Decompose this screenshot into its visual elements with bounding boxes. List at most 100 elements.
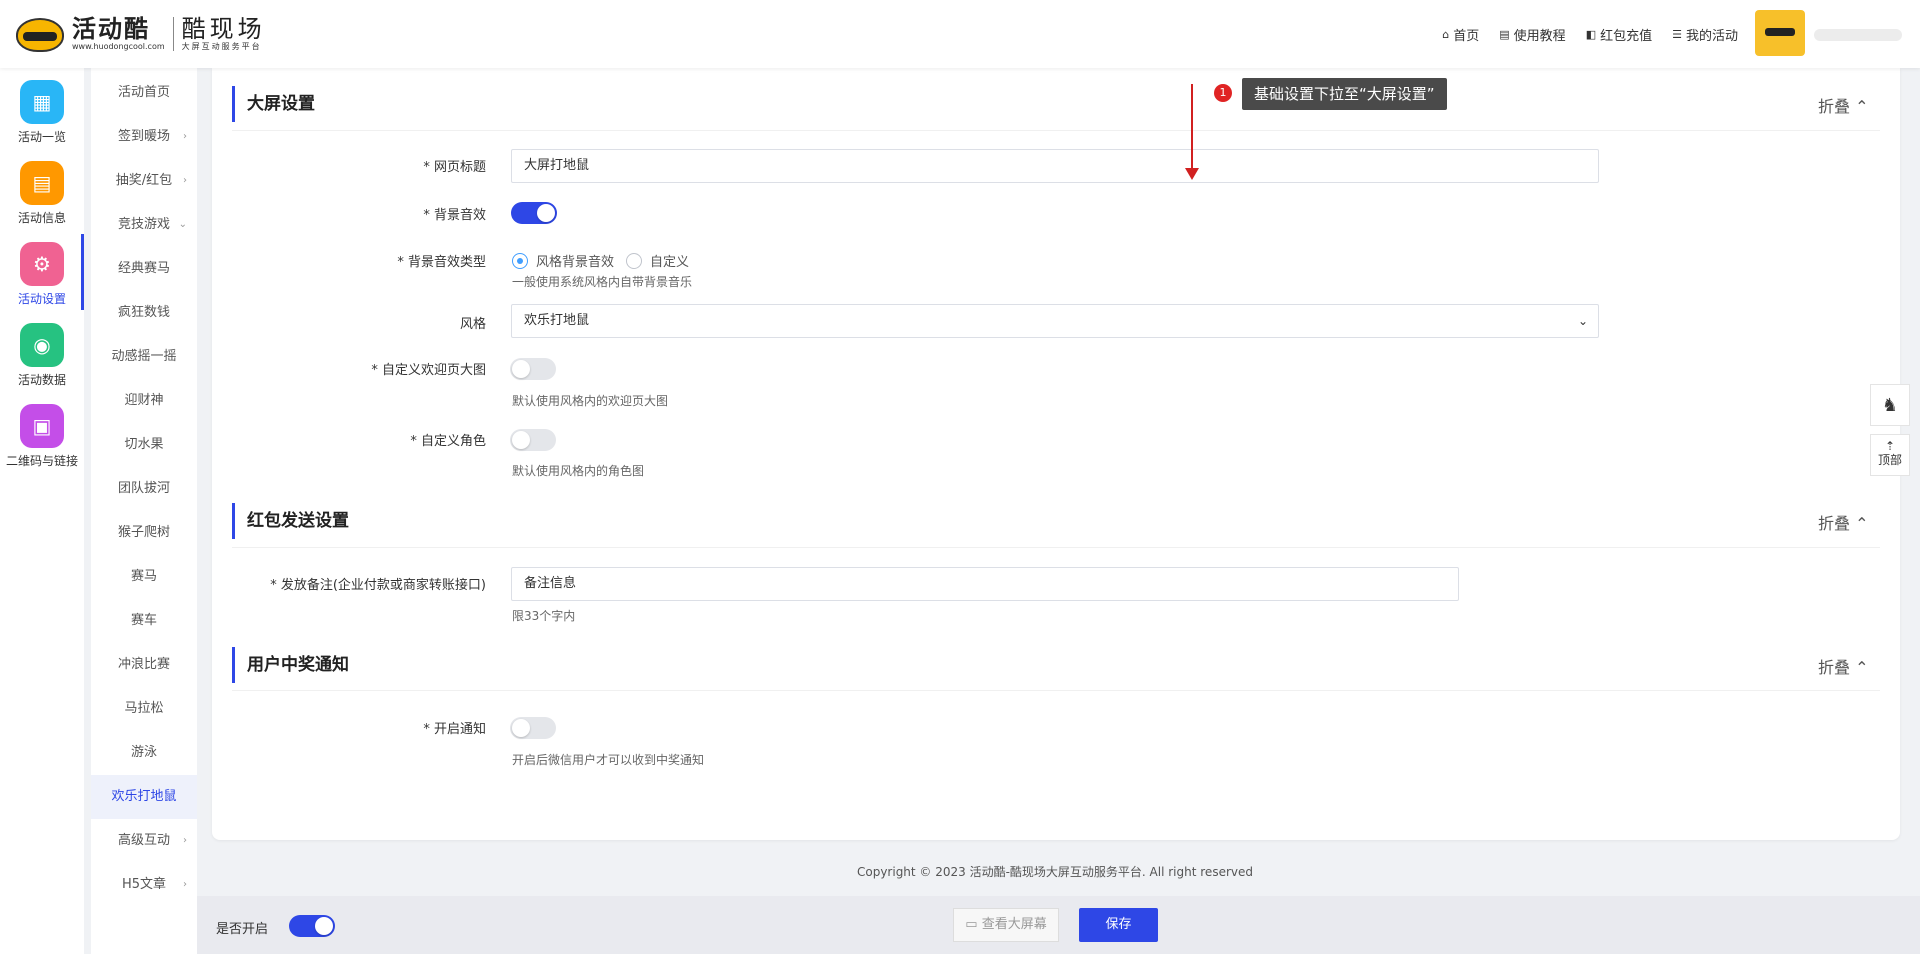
nav-tutorial[interactable]: ▤ 使用教程: [1499, 25, 1565, 44]
section-title-redpacket: 红包发送设置: [232, 503, 349, 539]
sub-item-surfing[interactable]: 冲浪比赛: [91, 643, 197, 687]
avatar[interactable]: [1755, 10, 1805, 56]
sidebar-item-qrcode-links[interactable]: ▣ 二维码与链接: [0, 394, 84, 474]
sidebar-item-label: 活动设置: [17, 292, 66, 306]
sub-item-swimming[interactable]: 游泳: [91, 731, 197, 775]
sidebar-item-activity-info[interactable]: ▤ 活动信息: [0, 151, 84, 231]
sub-item-car-race[interactable]: 赛车: [91, 599, 197, 643]
top-nav: ⌂ 首页 ▤ 使用教程 ◧ 红包充值 ☰ 我的活动: [1442, 25, 1738, 44]
custom-welcome-toggle[interactable]: [510, 358, 556, 380]
sub-item-advanced[interactable]: 高级互动 ›: [91, 819, 197, 863]
nav-recharge-label: 红包充值: [1600, 29, 1653, 44]
sub-item-whack-a-mole[interactable]: 欢乐打地鼠: [91, 775, 197, 819]
logo-url-text: www.huodongcool.com: [72, 42, 165, 51]
annotation-arrow: [1191, 84, 1193, 174]
sub-item-classic-horse[interactable]: 经典赛马: [91, 247, 197, 291]
annotation-arrow-head: [1185, 168, 1199, 180]
sub-item-label: 猴子爬树: [117, 525, 170, 540]
nav-redpacket-recharge[interactable]: ◧ 红包充值: [1586, 25, 1652, 44]
section-divider: [232, 130, 1880, 131]
gear-icon: ⚙: [20, 242, 64, 286]
user-name-blurred[interactable]: [1814, 29, 1902, 41]
page-title-input[interactable]: 大屏打地鼠: [511, 149, 1599, 183]
radio-custom-sound[interactable]: 自定义: [626, 251, 689, 270]
logo-sub-small-text: 大屏互动服务平台: [181, 42, 262, 51]
collapse-screen-button[interactable]: 折叠 ⌃: [1818, 93, 1869, 117]
collapse-notify-button[interactable]: 折叠 ⌃: [1818, 654, 1869, 678]
sub-item-activity-home[interactable]: 活动首页: [91, 71, 197, 115]
chevron-right-icon: ›: [183, 175, 187, 186]
section-title-screen: 大屏设置: [232, 86, 315, 122]
section-divider: [232, 690, 1880, 691]
document-icon: ▤: [1499, 28, 1510, 41]
style-select[interactable]: 欢乐打地鼠 ⌄: [511, 304, 1599, 338]
sidebar-item-label: 活动一览: [17, 130, 66, 144]
logo[interactable]: 活动酷 www.huodongcool.com 酷现场 大屏互动服务平台: [14, 14, 266, 54]
chevron-right-icon: ›: [183, 131, 187, 142]
copyright: Copyright © 2023 活动酷-酷现场大屏互动服务平台. All ri…: [856, 865, 1253, 879]
sub-item-fruit[interactable]: 切水果: [91, 423, 197, 467]
nav-home[interactable]: ⌂ 首页: [1442, 25, 1479, 44]
bg-sound-type-label: * 背景音效类型: [397, 255, 486, 270]
sidebar-item-activity-data[interactable]: ◉ 活动数据: [0, 313, 84, 393]
top-header: 活动酷 www.huodongcool.com 酷现场 大屏互动服务平台 ⌂ 首页…: [0, 0, 1920, 68]
sub-item-label: 高级互动: [117, 833, 170, 848]
arrow-up-icon: ⇡: [1884, 439, 1896, 453]
sub-item-label: 活动首页: [117, 85, 170, 100]
sub-sidebar: 活动首页 签到暖场 › 抽奖/红包 › 竞技游戏 ⌄ 经典赛马 疯狂数钱 动感摇一摇 …: [91, 68, 197, 954]
view-big-screen-button[interactable]: ▭ 查看大屏幕: [953, 908, 1059, 942]
sub-item-fortune-god[interactable]: 迎财神: [91, 379, 197, 423]
sub-item-label: 疯狂数钱: [117, 305, 170, 320]
qq-icon[interactable]: ♞: [1870, 384, 1910, 426]
sub-item-marathon[interactable]: 马拉松: [91, 687, 197, 731]
bg-sound-toggle[interactable]: [511, 202, 557, 224]
notify-label: * 开启通知: [423, 722, 486, 737]
sub-item-label: 竞技游戏: [117, 217, 170, 232]
sub-item-label: 游泳: [130, 745, 157, 760]
section-title-notify: 用户中奖通知: [232, 647, 349, 683]
enable-label: 是否开启: [216, 922, 269, 937]
nav-my-activities[interactable]: ☰ 我的活动: [1672, 25, 1738, 44]
sidebar-item-activity-overview[interactable]: ▦ 活动一览: [0, 70, 84, 150]
page-title-label: * 网页标题: [423, 160, 486, 175]
sub-item-label: 签到暖场: [117, 129, 170, 144]
sub-item-checkin[interactable]: 签到暖场 ›: [91, 115, 197, 159]
collapse-redpacket-button[interactable]: 折叠 ⌃: [1818, 510, 1869, 534]
file-icon: ▤: [20, 161, 64, 205]
sidebar-item-activity-settings[interactable]: ⚙ 活动设置: [0, 232, 84, 312]
sub-item-label: 马拉松: [124, 701, 164, 716]
save-button[interactable]: 保存: [1079, 908, 1158, 942]
chevron-right-icon: ›: [183, 835, 187, 846]
sub-item-shake[interactable]: 动感摇一摇: [91, 335, 197, 379]
remark-input[interactable]: 备注信息: [511, 567, 1459, 601]
custom-role-toggle[interactable]: [510, 429, 556, 451]
sub-item-lottery[interactable]: 抽奖/红包 ›: [91, 159, 197, 203]
sub-item-label: 迎财神: [124, 393, 164, 408]
nav-my-activities-label: 我的活动: [1685, 29, 1738, 44]
sub-item-label: 冲浪比赛: [117, 657, 170, 672]
radio-unchecked-icon: [626, 252, 642, 269]
bg-sound-type-hint: 一般使用系统风格内自带背景音乐: [512, 275, 693, 289]
remark-label: * 发放备注(企业付款或商家转账接口): [270, 578, 486, 593]
list-icon: ☰: [1672, 28, 1682, 41]
logo-sub-text: 酷现场: [181, 15, 266, 43]
radio-style-sound-label: 风格背景音效: [536, 255, 615, 270]
custom-welcome-hint: 默认使用风格内的欢迎页大图: [512, 394, 669, 408]
nav-home-label: 首页: [1453, 29, 1480, 44]
grid-icon: ▦: [20, 80, 64, 124]
back-to-top-button[interactable]: ⇡ 顶部: [1870, 434, 1910, 476]
sub-item-competitive-games[interactable]: 竞技游戏 ⌄: [91, 203, 197, 247]
redpacket-icon: ◧: [1585, 28, 1597, 41]
sub-item-label: 抽奖/红包: [115, 173, 173, 188]
sub-item-crazy-money[interactable]: 疯狂数钱: [91, 291, 197, 335]
sub-item-monkey-climb[interactable]: 猴子爬树: [91, 511, 197, 555]
radio-style-sound[interactable]: 风格背景音效: [512, 251, 614, 270]
bg-sound-label: * 背景音效: [423, 208, 486, 223]
sub-item-label: 赛马: [130, 569, 157, 584]
notify-toggle[interactable]: [510, 717, 556, 739]
sub-item-tug-of-war[interactable]: 团队拔河: [91, 467, 197, 511]
logo-divider: [172, 17, 174, 51]
enable-toggle[interactable]: [289, 915, 335, 937]
chevron-down-icon: ⌄: [178, 219, 187, 230]
sub-item-horse-race[interactable]: 赛马: [91, 555, 197, 599]
